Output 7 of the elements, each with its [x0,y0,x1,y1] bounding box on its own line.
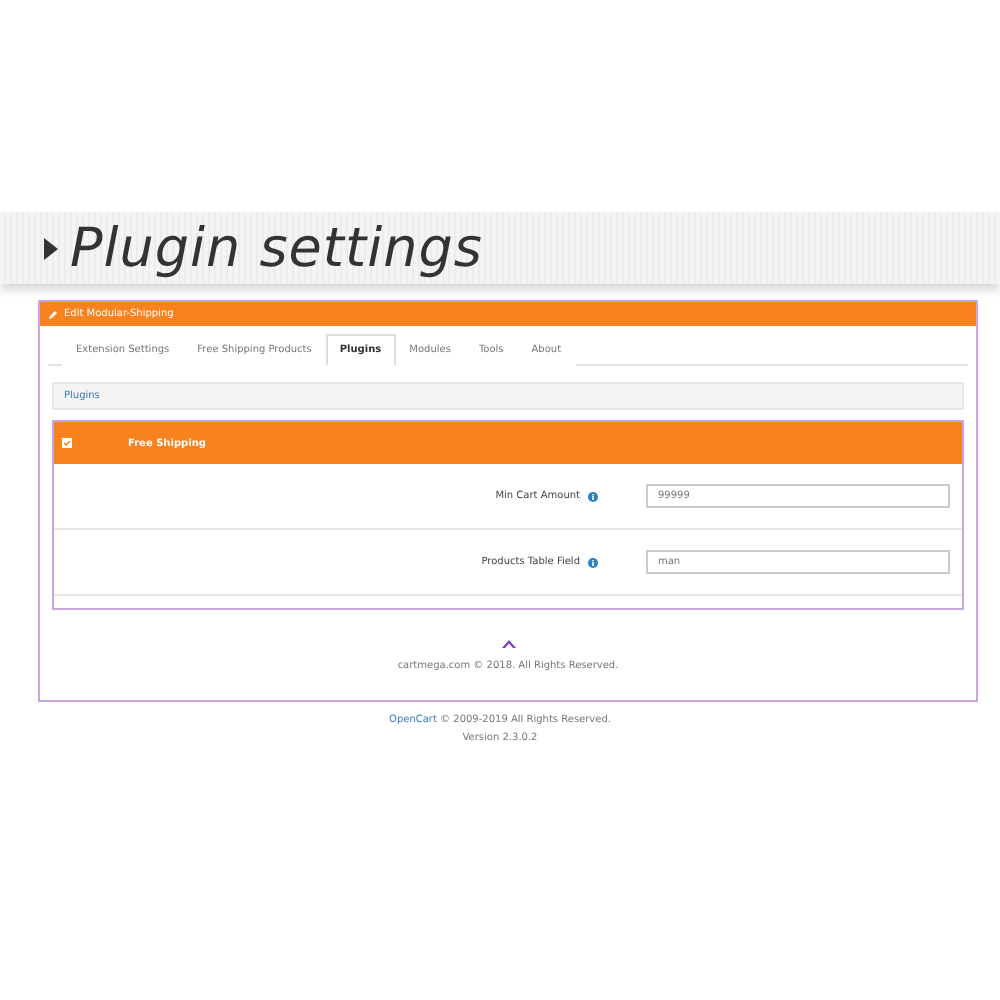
checkbox-icon [62,438,72,448]
caret-icon [44,237,58,259]
info-icon [588,557,598,567]
pencil-icon [48,309,58,319]
chevron-up-icon[interactable] [501,638,515,648]
info-icon [588,491,598,501]
banner-title: Plugin settings [70,217,483,279]
